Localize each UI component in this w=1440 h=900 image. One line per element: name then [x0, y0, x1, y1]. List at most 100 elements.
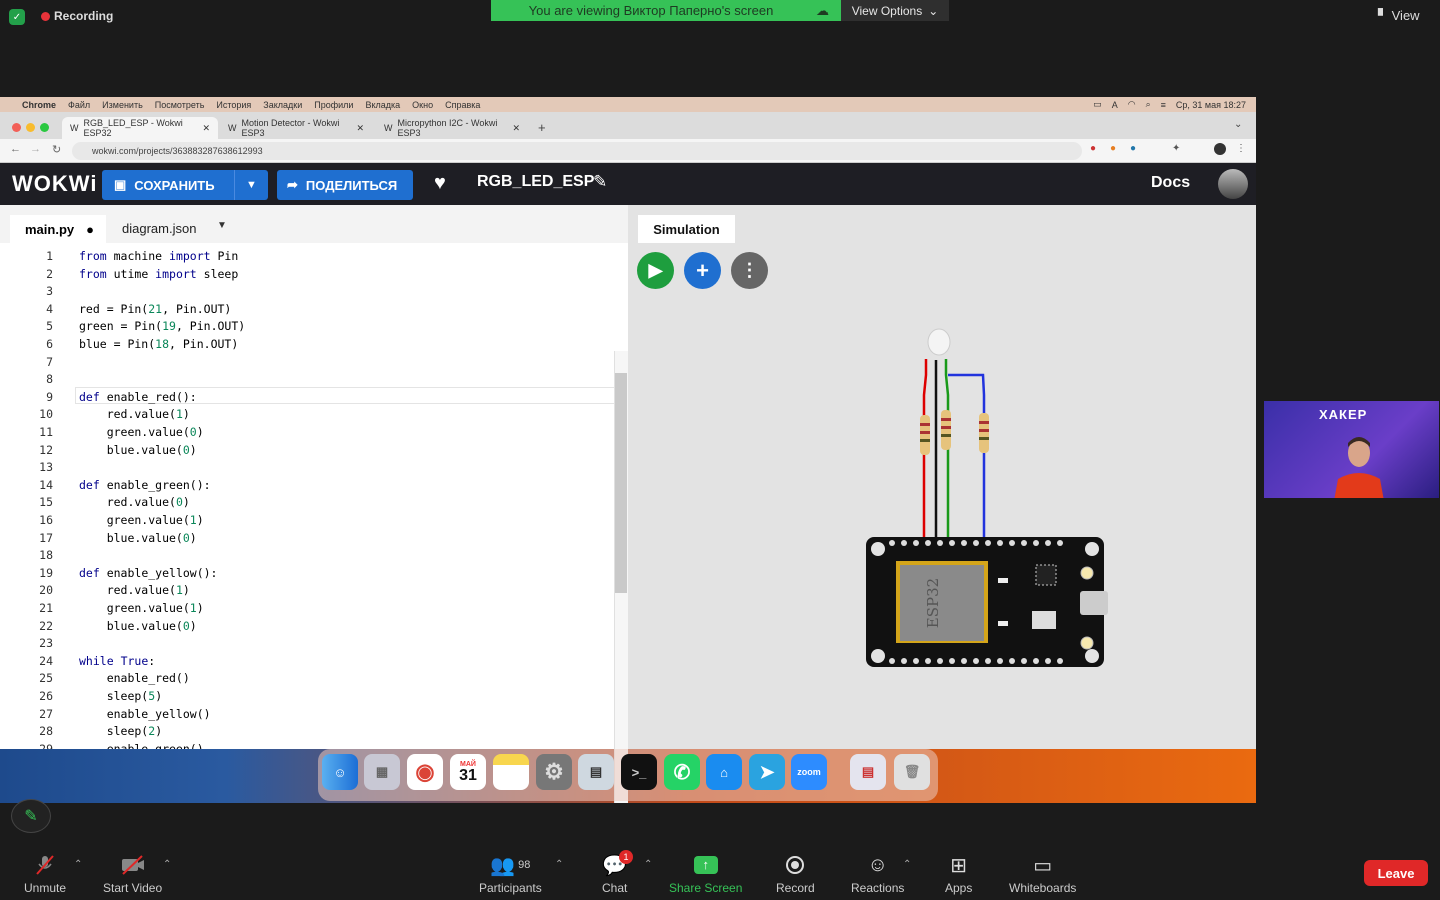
trash-icon[interactable]: 🗑 — [894, 754, 930, 790]
share-screen-button[interactable]: ↑ Share Screen — [669, 853, 742, 895]
url-field[interactable]: wokwi.com/projects/363883287638612993 — [72, 142, 1082, 160]
close-window-icon[interactable] — [12, 123, 21, 132]
input-source-icon[interactable]: A — [1112, 100, 1118, 110]
code-line[interactable]: 11 green.value(0) — [0, 425, 614, 443]
pencil-icon[interactable]: ✎ — [593, 172, 607, 192]
participant-video-tile[interactable]: ХАКЕР — [1264, 401, 1439, 498]
file-menu-dropdown-icon[interactable]: ▼ — [217, 220, 227, 231]
code-line[interactable]: 8 — [0, 372, 614, 390]
apps-button[interactable]: ⊞ Apps — [945, 853, 972, 896]
code-line[interactable]: 3 — [0, 284, 614, 302]
code-line[interactable]: 4 red = Pin(21, Pin.OUT) — [0, 302, 614, 320]
mac-clock[interactable]: Ср, 31 мая 18:27 — [1176, 100, 1246, 110]
minimize-window-icon[interactable] — [26, 123, 35, 132]
code-line[interactable]: 27 enable_yellow() — [0, 707, 614, 725]
code-line[interactable]: 17 blue.value(0) — [0, 531, 614, 549]
code-line[interactable]: 23 — [0, 636, 614, 654]
video-options-caret-icon[interactable]: ⌃ — [163, 859, 171, 870]
docs-link[interactable]: Docs — [1151, 174, 1190, 192]
code-line[interactable]: 6 blue = Pin(18, Pin.OUT) — [0, 337, 614, 355]
menu-history[interactable]: История — [216, 100, 251, 110]
close-tab-icon[interactable]: ✕ — [202, 123, 210, 134]
participants-button[interactable]: 👥 98 Participants — [479, 853, 542, 896]
back-icon[interactable]: ← — [10, 143, 21, 155]
code-line[interactable]: 25 enable_red() — [0, 671, 614, 689]
annotate-button[interactable]: ✎ — [11, 799, 51, 833]
preview-icon[interactable]: ▤ — [578, 754, 614, 790]
menu-window[interactable]: Окно — [412, 100, 433, 110]
reload-icon[interactable]: ↻ — [52, 143, 61, 156]
menu-file[interactable]: Файл — [68, 100, 90, 110]
terminal-icon[interactable]: >_ — [621, 754, 657, 790]
tab-main-py[interactable]: main.py ● — [10, 215, 106, 243]
menu-edit[interactable]: Изменить — [102, 100, 143, 110]
code-line[interactable]: 20 red.value(1) — [0, 583, 614, 601]
chat-caret-icon[interactable]: ⌃ — [644, 859, 652, 870]
wifi-icon[interactable]: ◠ — [1128, 99, 1136, 110]
reactions-caret-icon[interactable]: ⌃ — [903, 859, 911, 870]
code-line[interactable]: 9 def enable_red(): — [0, 390, 614, 408]
code-line[interactable]: 22 blue.value(0) — [0, 619, 614, 637]
participants-caret-icon[interactable]: ⌃ — [555, 859, 563, 870]
avatar[interactable] — [1218, 169, 1248, 199]
code-line[interactable]: 12 blue.value(0) — [0, 443, 614, 461]
share-button[interactable]: ➦ ПОДЕЛИТЬСЯ — [277, 170, 413, 200]
profile-icon[interactable] — [1214, 143, 1226, 155]
menu-view[interactable]: Посмотреть — [155, 100, 205, 110]
wokwi-logo[interactable]: WOKWi — [12, 171, 97, 197]
close-tab-icon[interactable]: ✕ — [356, 123, 364, 134]
code-line[interactable]: 19 def enable_yellow(): — [0, 566, 614, 584]
code-line[interactable]: 24 while True: — [0, 654, 614, 672]
maximize-window-icon[interactable] — [40, 123, 49, 132]
code-line[interactable]: 10 red.value(1) — [0, 407, 614, 425]
code-line[interactable]: 28 sleep(2) — [0, 724, 614, 742]
search-icon[interactable]: ⌕ — [1146, 99, 1151, 110]
control-center-icon[interactable]: ≡ — [1161, 100, 1166, 110]
close-tab-icon[interactable]: ✕ — [512, 123, 520, 134]
editor-scrollbar-thumb[interactable] — [615, 373, 627, 593]
extensions-puzzle-icon[interactable]: ✦ — [1172, 143, 1180, 154]
whatsapp-icon[interactable]: ✆ — [664, 754, 700, 790]
more-options-button[interactable]: ⋮ — [731, 252, 768, 289]
chrome-icon[interactable]: ◉ — [407, 754, 443, 790]
chrome-menu-icon[interactable]: ⋮ — [1236, 143, 1246, 154]
view-button[interactable]: ▘ View — [1378, 8, 1420, 24]
save-dropdown-button[interactable]: ▼ — [234, 170, 268, 200]
code-line[interactable]: 2 from utime import sleep — [0, 267, 614, 285]
chrome-tab-motion-detector[interactable]: W Motion Detector - Wokwi ESP3 ✕ — [220, 117, 372, 139]
audio-options-caret-icon[interactable]: ⌃ — [74, 859, 82, 870]
menu-profiles[interactable]: Профили — [314, 100, 353, 110]
whiteboards-button[interactable]: ▭ Whiteboards — [1009, 853, 1076, 896]
circuit-diagram[interactable]: ESP32 — [808, 325, 1128, 670]
calendar-icon[interactable]: МАЙ 31 — [450, 754, 486, 790]
reactions-button[interactable]: ☺ Reactions — [851, 853, 904, 896]
telegram-icon[interactable]: ➤ — [749, 754, 785, 790]
menu-help[interactable]: Справка — [445, 100, 480, 110]
start-video-button[interactable]: Start Video — [103, 853, 162, 895]
code-line[interactable]: 14 def enable_green(): — [0, 478, 614, 496]
add-part-button[interactable]: + — [684, 252, 721, 289]
finder-icon[interactable]: ☺ — [322, 754, 358, 790]
code-line[interactable]: 26 sleep(5) — [0, 689, 614, 707]
extension-icon[interactable]: ● — [1090, 143, 1096, 154]
code-line[interactable]: 1 from machine import Pin — [0, 249, 614, 267]
leave-button[interactable]: Leave — [1364, 860, 1428, 886]
code-line[interactable]: 13 — [0, 460, 614, 478]
tab-diagram-json[interactable]: diagram.json — [122, 221, 196, 236]
record-button[interactable]: Record — [776, 853, 815, 895]
code-line[interactable]: 21 green.value(1) — [0, 601, 614, 619]
settings-icon[interactable]: ⚙ — [536, 754, 572, 790]
battery-icon[interactable]: ▭ — [1093, 99, 1102, 110]
unmute-button[interactable]: Unmute — [24, 853, 66, 895]
chrome-tab-rgb-led[interactable]: W RGB_LED_ESP - Wokwi ESP32 ✕ — [62, 117, 218, 139]
code-area[interactable]: 1 from machine import Pin 2 from utime impo… — [0, 243, 614, 749]
code-line[interactable]: 15 red.value(0) — [0, 495, 614, 513]
keynote-icon[interactable]: ⌂ — [706, 754, 742, 790]
code-line[interactable]: 7 — [0, 355, 614, 373]
menu-chrome[interactable]: Chrome — [22, 100, 56, 110]
menu-tab[interactable]: Вкладка — [365, 100, 400, 110]
extension-icon[interactable]: ● — [1130, 143, 1136, 154]
play-button[interactable]: ▶ — [637, 252, 674, 289]
tab-search-icon[interactable]: ⌄ — [1234, 119, 1242, 130]
extension-icon[interactable]: ● — [1110, 143, 1116, 154]
